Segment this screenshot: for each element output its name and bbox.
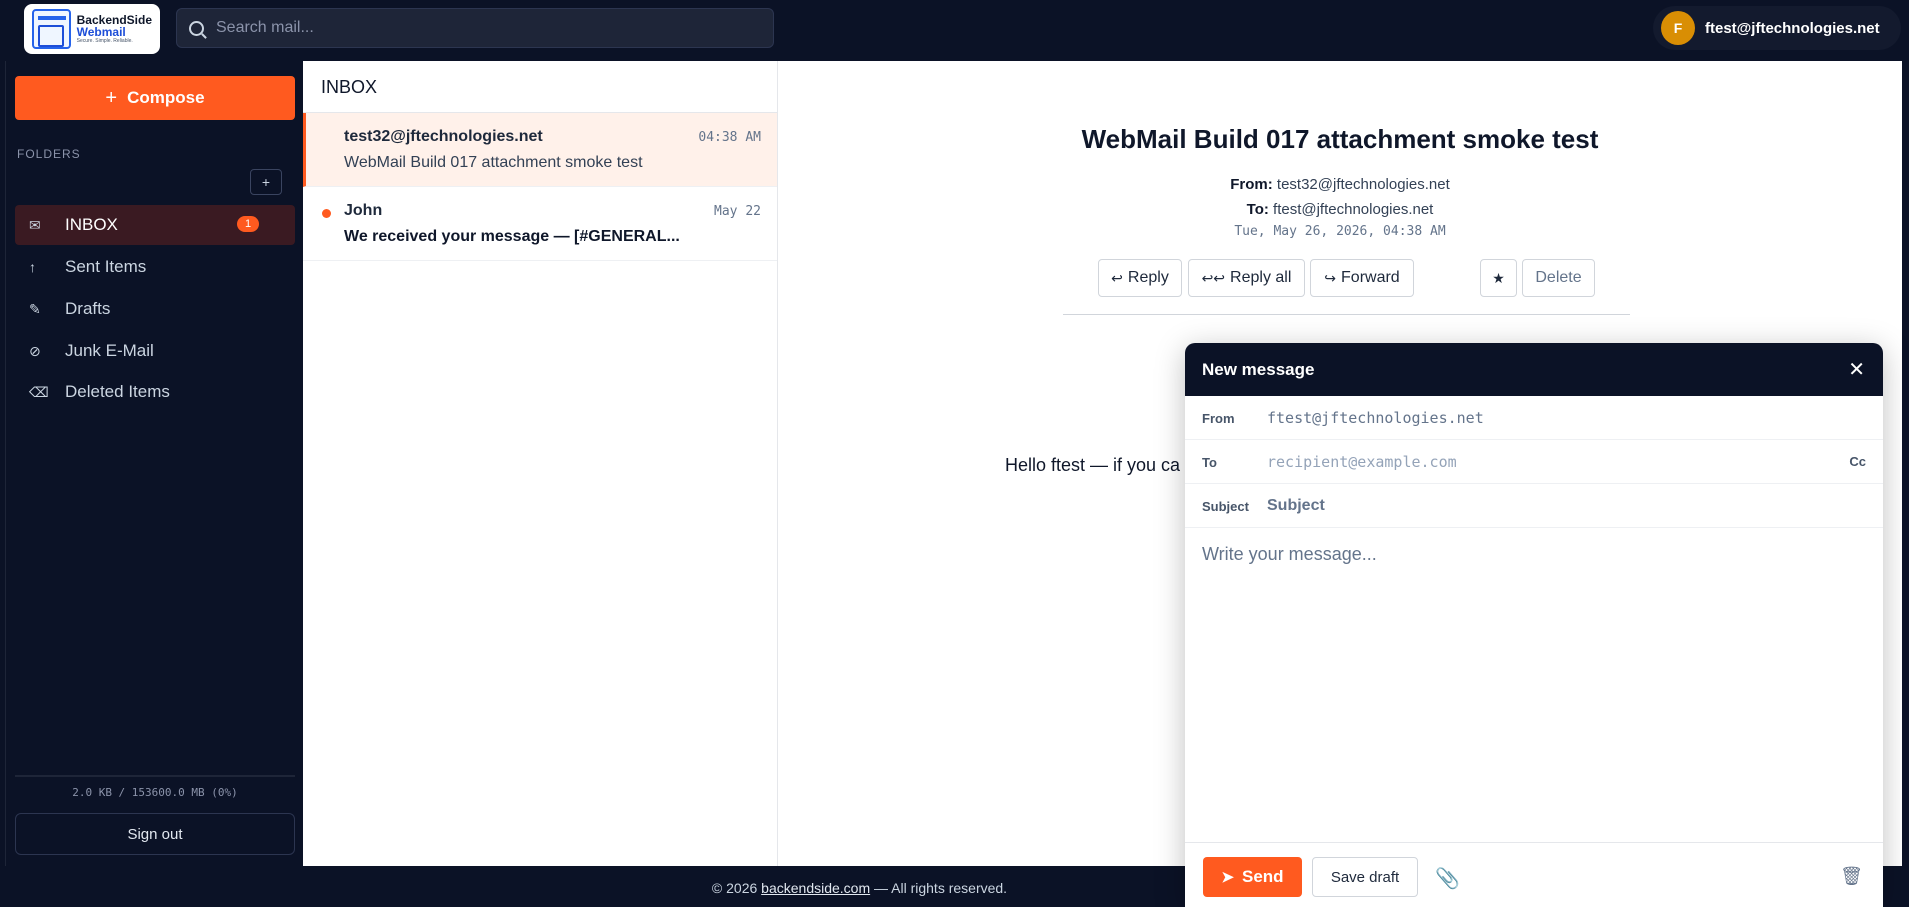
reply-icon: ↩ — [1111, 269, 1123, 286]
erase-icon: ⌫ — [29, 383, 49, 400]
user-email: ftest@jftechnologies.net — [1705, 19, 1880, 37]
reply-all-label: Reply all — [1230, 269, 1292, 286]
arrow-up-icon: ↑ — [29, 259, 36, 275]
add-folder-button[interactable]: + — [250, 169, 282, 195]
top-bar: BackendSide Webmail Secure. Simple. Reli… — [0, 0, 1909, 61]
footer-prefix: © 2026 — [711, 880, 762, 896]
message-body-field[interactable] — [1185, 528, 1883, 843]
message-sender: John — [344, 202, 383, 219]
unread-badge: 1 — [237, 216, 260, 232]
pencil-icon: ✎ — [29, 300, 41, 317]
message-list: INBOX test32@jftechnologies.net 04:38 AM… — [303, 61, 778, 866]
trash-icon[interactable]: 🗑 — [1840, 866, 1863, 887]
to-field[interactable] — [1267, 449, 1827, 475]
list-item[interactable]: John May 22 We received your message — [… — [303, 187, 777, 261]
logo-tagline: Secure. Simple. Reliable. — [76, 37, 133, 44]
divider — [1063, 314, 1630, 315]
search-icon — [189, 20, 204, 36]
sidebar-item-label: Sent Items — [65, 257, 147, 276]
email-subject: WebMail Build 017 attachment smoke test — [1081, 124, 1599, 154]
email-date: Tue, May 26, 2026, 04:38 AM — [1234, 224, 1446, 239]
reply-all-button[interactable]: ↩↩ Reply all — [1188, 259, 1305, 297]
to-address: ftest@jftechnologies.net — [1273, 201, 1434, 218]
reply-all-icon: ↩↩ — [1201, 269, 1226, 286]
message-subject: WebMail Build 017 attachment smoke test — [344, 154, 643, 171]
search-bar[interactable] — [176, 8, 774, 48]
email-to: To: ftest@jftechnologies.net — [778, 201, 1902, 218]
reply-label: Reply — [1127, 269, 1169, 286]
to-row: To Cc — [1185, 440, 1883, 484]
to-field-label: To — [1202, 455, 1217, 470]
logo-icon — [32, 9, 71, 49]
compose-dialog: New message ✕ From ftest@jftechnologies.… — [1185, 343, 1883, 907]
sidebar-item-label: Junk E-Mail — [65, 341, 154, 360]
footer-suffix: — All rights reserved. — [870, 880, 1008, 896]
send-label: Send — [1242, 867, 1284, 886]
send-button[interactable]: ➤ Send — [1203, 857, 1302, 897]
subject-field-label: Subject — [1202, 499, 1249, 514]
compose-button[interactable]: + Compose — [15, 76, 295, 120]
star-icon: ★ — [1492, 269, 1505, 286]
folders-heading: FOLDERS — [17, 147, 81, 161]
star-button[interactable]: ★ — [1480, 259, 1517, 297]
sidebar-item-drafts[interactable]: ✎ Drafts — [15, 289, 295, 329]
sidebar: + Compose FOLDERS + ✉ INBOX 1 ↑ Sent Ite… — [5, 61, 303, 866]
sidebar-item-label: Deleted Items — [65, 382, 170, 401]
reply-button[interactable]: ↩ Reply — [1098, 259, 1182, 297]
block-icon: ⊘ — [29, 342, 41, 359]
quota-bar — [15, 775, 295, 777]
sidebar-item-label: Drafts — [65, 299, 111, 318]
app-logo[interactable]: BackendSide Webmail Secure. Simple. Reli… — [24, 4, 160, 54]
compose-title: New message — [1202, 360, 1315, 379]
storage-quota: 2.0 KB / 153600.0 MB (0%) — [72, 786, 238, 799]
from-field-value: ftest@jftechnologies.net — [1267, 409, 1484, 427]
email-body: Hello ftest — if you ca — [1005, 455, 1181, 475]
list-title: INBOX — [303, 61, 777, 113]
sidebar-item-junk[interactable]: ⊘ Junk E-Mail — [15, 331, 295, 371]
list-item[interactable]: test32@jftechnologies.net 04:38 AM WebMa… — [303, 113, 777, 187]
close-icon[interactable]: ✕ — [1848, 357, 1865, 382]
sidebar-item-sent[interactable]: ↑ Sent Items — [15, 247, 295, 287]
delete-button[interactable]: Delete — [1522, 259, 1595, 297]
forward-button[interactable]: ↪ Forward — [1310, 259, 1414, 297]
cc-toggle[interactable]: Cc — [1849, 454, 1866, 469]
sign-out-button[interactable]: Sign out — [15, 813, 295, 855]
from-label: From: — [1230, 176, 1273, 193]
paperclip-icon[interactable]: 📎 — [1435, 866, 1460, 891]
from-field-label: From — [1202, 411, 1235, 426]
message-subject: We received your message — [#GENERAL... — [344, 228, 680, 245]
message-date: May 22 — [714, 204, 761, 219]
sidebar-item-inbox[interactable]: ✉ INBOX 1 — [15, 205, 295, 245]
plus-icon: + — [105, 86, 118, 109]
subject-field[interactable] — [1267, 493, 1827, 519]
sidebar-item-label: INBOX — [65, 215, 118, 234]
save-draft-button[interactable]: Save draft — [1312, 857, 1418, 897]
message-date: 04:38 AM — [698, 130, 761, 145]
email-from: From: test32@jftechnologies.net — [778, 176, 1902, 193]
subject-row: Subject — [1185, 484, 1883, 528]
mail-icon: ✉ — [29, 216, 41, 233]
search-input[interactable] — [216, 19, 756, 37]
sidebar-item-deleted[interactable]: ⌫ Deleted Items — [15, 372, 295, 412]
user-menu[interactable]: F ftest@jftechnologies.net — [1653, 6, 1901, 50]
forward-icon: ↪ — [1324, 269, 1337, 286]
from-address: test32@jftechnologies.net — [1276, 176, 1450, 193]
avatar: F — [1661, 11, 1695, 45]
from-row: From ftest@jftechnologies.net — [1185, 396, 1883, 440]
forward-label: Forward — [1341, 269, 1400, 286]
message-sender: test32@jftechnologies.net — [344, 128, 543, 145]
send-icon: ➤ — [1221, 869, 1234, 886]
compose-label: Compose — [127, 88, 205, 107]
to-label: To: — [1246, 201, 1269, 218]
unread-dot-icon — [322, 209, 331, 218]
compose-header: New message ✕ — [1185, 343, 1883, 396]
footer-link[interactable]: backendside.com — [761, 880, 870, 896]
